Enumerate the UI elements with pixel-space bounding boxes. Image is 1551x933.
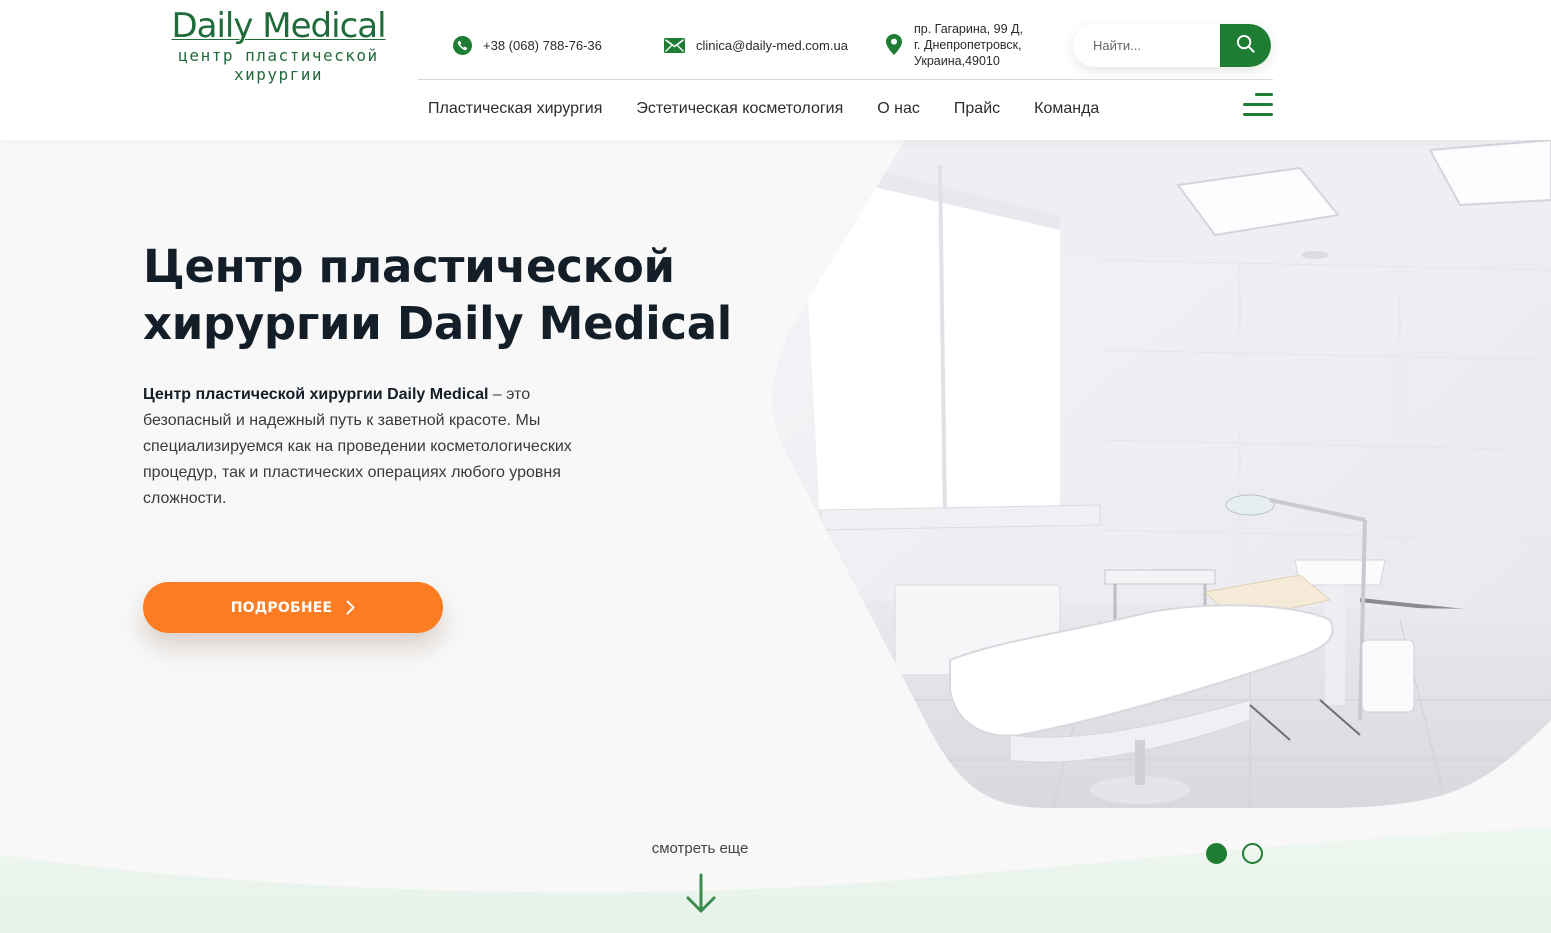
email-contact[interactable]: clinica@daily-med.com.ua bbox=[664, 35, 848, 55]
arrow-down-icon[interactable] bbox=[684, 873, 718, 920]
logo-subtitle-line2: хирургии bbox=[233, 65, 324, 84]
address-line3: Украина,49010 bbox=[914, 54, 1000, 68]
address-lines: пр. Гагарина, 99 Д, г. Днепропетровск, У… bbox=[914, 21, 1023, 69]
chevron-right-icon bbox=[346, 600, 355, 615]
slider-dot-2[interactable] bbox=[1242, 843, 1263, 864]
phone-contact[interactable]: +38 (068) 788-76-36 bbox=[453, 35, 602, 55]
hamburger-menu-icon[interactable] bbox=[1240, 93, 1273, 117]
site-header: Daily Medical центр пластической хирурги… bbox=[0, 0, 1551, 140]
see-more-label[interactable]: смотреть еще bbox=[600, 840, 800, 857]
hero-description-bold: Центр пластической хирургии Daily Medica… bbox=[143, 386, 489, 403]
hero-description: Центр пластической хирургии Daily Medica… bbox=[143, 382, 613, 512]
more-button-label: ПОДРОБНЕЕ bbox=[230, 599, 333, 616]
address-line2: г. Днепропетровск, bbox=[914, 38, 1022, 52]
search-box bbox=[1073, 24, 1271, 67]
nav-item-about[interactable]: О нас bbox=[877, 99, 920, 119]
map-pin-icon bbox=[886, 34, 902, 55]
nav-item-plastic-surgery[interactable]: Пластическая хирургия bbox=[428, 99, 602, 119]
phone-icon bbox=[453, 35, 472, 55]
more-button[interactable]: ПОДРОБНЕЕ bbox=[143, 582, 443, 633]
search-button[interactable] bbox=[1220, 24, 1271, 67]
slider-pagination bbox=[1206, 843, 1278, 864]
hero-description-rest: – это безопасный и надежный путь к завет… bbox=[143, 386, 572, 507]
page: Daily Medical центр пластической хирурги… bbox=[0, 0, 1551, 933]
logo-title: Daily Medical bbox=[171, 6, 386, 46]
search-input[interactable] bbox=[1073, 24, 1221, 67]
hero-title-line2: хирургии Daily Medical bbox=[143, 297, 732, 350]
logo[interactable]: Daily Medical центр пластической хирурги… bbox=[171, 6, 386, 84]
nav-item-prices[interactable]: Прайс bbox=[954, 99, 1000, 119]
email-address[interactable]: clinica@daily-med.com.ua bbox=[696, 38, 848, 53]
slider-dot-1[interactable] bbox=[1206, 843, 1227, 864]
logo-subtitle-line1: центр пластической bbox=[178, 46, 379, 65]
phone-number[interactable]: +38 (068) 788-76-36 bbox=[483, 38, 602, 53]
nav-item-aesthetic-cosmetology[interactable]: Эстетическая косметология bbox=[636, 99, 843, 119]
address-contact: пр. Гагарина, 99 Д, г. Днепропетровск, У… bbox=[886, 21, 1023, 69]
header-divider bbox=[418, 79, 1273, 80]
hero-title-line1: Центр пластической bbox=[143, 240, 675, 293]
search-icon bbox=[1236, 34, 1255, 58]
address-line1: пр. Гагарина, 99 Д, bbox=[914, 22, 1023, 36]
nav-item-team[interactable]: Команда bbox=[1034, 99, 1099, 119]
envelope-icon bbox=[664, 37, 685, 53]
hero-title: Центр пластической хирургии Daily Medica… bbox=[143, 238, 763, 352]
main-nav: Пластическая хирургия Эстетическая косме… bbox=[428, 99, 1133, 119]
